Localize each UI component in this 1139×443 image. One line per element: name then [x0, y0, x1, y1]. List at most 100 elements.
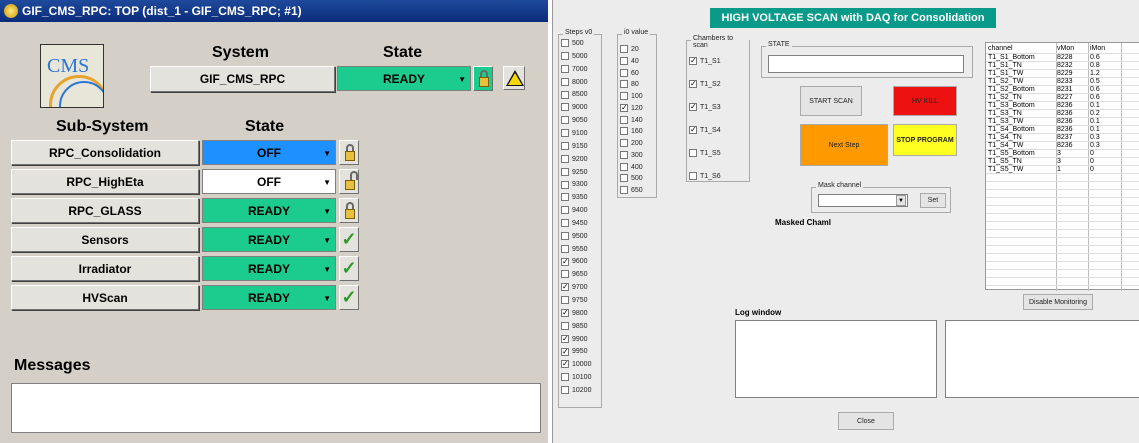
log-window[interactable]	[735, 320, 937, 398]
checkbox[interactable]	[689, 56, 697, 66]
checkbox[interactable]	[620, 127, 628, 136]
checkbox-item[interactable]: 500	[620, 174, 643, 184]
system-state-dropdown[interactable]: READY ▼	[337, 66, 471, 91]
table-row[interactable]: T1_S5_TW 1 0	[986, 166, 1139, 173]
checkbox-item[interactable]: 9550	[561, 244, 588, 255]
checkbox[interactable]	[561, 244, 569, 253]
subsystem-button[interactable]: RPC_Consolidation	[11, 140, 199, 165]
table-row[interactable]: T1_S5_Bottom 3 0	[986, 150, 1139, 157]
stop-program-button[interactable]: STOP PROGRAM	[893, 124, 957, 156]
checkbox[interactable]	[561, 52, 569, 60]
table-row[interactable]: T1_S2_TW 8233 0.5	[986, 78, 1139, 85]
table-row[interactable]: T1_S5_TN 3 0	[986, 158, 1139, 165]
lock-icon[interactable]	[339, 198, 359, 223]
checkbox-item[interactable]: 9800	[561, 308, 588, 319]
checkbox-item[interactable]: 20	[620, 45, 639, 55]
checkbox[interactable]	[620, 80, 628, 89]
checkbox[interactable]	[561, 116, 569, 125]
checkbox-item[interactable]: 9150	[561, 141, 588, 152]
log-window-2[interactable]	[945, 320, 1139, 398]
checkbox-item[interactable]: 9750	[561, 296, 588, 306]
checkbox-item[interactable]: 9350	[561, 193, 588, 203]
table-row[interactable]: T1_S4_TW 8236 0.3	[986, 142, 1139, 149]
checkbox-item[interactable]: 9900	[561, 334, 588, 345]
checkbox-item[interactable]: 650	[620, 186, 643, 196]
checkbox[interactable]	[561, 180, 569, 189]
subsystem-button[interactable]: RPC_GLASS	[11, 198, 199, 223]
hv-kill-button[interactable]: HV KILL	[893, 86, 957, 116]
checkbox-item[interactable]: 10000	[561, 359, 591, 370]
checkbox-item[interactable]: 10200	[561, 386, 591, 396]
checkbox[interactable]	[561, 373, 569, 382]
checkbox[interactable]	[620, 103, 628, 113]
set-button[interactable]: Set	[920, 193, 946, 208]
check-icon[interactable]: ✓	[339, 285, 359, 310]
checkbox-item[interactable]: T1_S6	[689, 172, 721, 182]
table-row[interactable]: T1_S1_TN 8232 0.8	[986, 62, 1139, 69]
checkbox[interactable]	[561, 308, 569, 318]
table-row[interactable]: T1_S3_TW 8236 0.1	[986, 118, 1139, 125]
checkbox-item[interactable]: 120	[620, 103, 643, 114]
system-button[interactable]: GIF_CMS_RPC	[150, 66, 335, 92]
checkbox-item[interactable]: T1_S3	[689, 102, 721, 113]
checkbox-item[interactable]: 9650	[561, 270, 588, 280]
checkbox[interactable]	[689, 149, 697, 158]
checkbox-item[interactable]: 9200	[561, 154, 588, 165]
checkbox-item[interactable]: 9050	[561, 116, 588, 126]
checkbox[interactable]	[561, 257, 569, 267]
subsystem-state-dropdown[interactable]: OFF ▼	[202, 140, 336, 165]
warning-icon[interactable]	[503, 66, 525, 90]
checkbox-item[interactable]: 5000	[561, 52, 588, 62]
table-row[interactable]: T1_S2_TN 8227 0.6	[986, 94, 1139, 101]
checkbox-item[interactable]: 9450	[561, 219, 588, 229]
subsystem-state-dropdown[interactable]: READY ▼	[202, 256, 336, 281]
checkbox[interactable]	[620, 174, 628, 183]
checkbox[interactable]	[561, 206, 569, 215]
subsystem-state-dropdown[interactable]: READY ▼	[202, 227, 336, 252]
checkbox[interactable]	[561, 90, 569, 99]
checkbox-item[interactable]: 8500	[561, 90, 588, 100]
checkbox-item[interactable]: 7000	[561, 64, 588, 75]
checkbox[interactable]	[561, 193, 569, 202]
checkbox[interactable]	[689, 172, 697, 181]
checkbox-item[interactable]: T1_S2	[689, 79, 721, 90]
lock-icon[interactable]	[473, 66, 493, 91]
checkbox-item[interactable]: 9300	[561, 180, 588, 190]
messages-box[interactable]	[11, 383, 541, 433]
checkbox[interactable]	[620, 162, 628, 171]
table-row[interactable]: T1_S3_Bottom 8236 0.1	[986, 102, 1139, 109]
checkbox[interactable]	[561, 103, 569, 112]
disable-monitoring-button[interactable]: Disable Monitoring	[1023, 294, 1093, 310]
checkbox-item[interactable]: 140	[620, 115, 643, 126]
checkbox[interactable]	[561, 282, 569, 292]
table-row[interactable]: T1_S4_TN 8237 0.3	[986, 134, 1139, 141]
checkbox[interactable]	[689, 79, 697, 89]
checkbox-item[interactable]: 100	[620, 92, 643, 102]
checkbox-item[interactable]: 160	[620, 127, 643, 137]
state-field[interactable]	[768, 55, 964, 73]
start-scan-button[interactable]: START SCAN	[800, 86, 862, 116]
subsystem-state-dropdown[interactable]: READY ▼	[202, 198, 336, 223]
checkbox[interactable]	[561, 321, 569, 330]
checkbox-item[interactable]: 9600	[561, 257, 588, 267]
checkbox[interactable]	[561, 141, 569, 150]
checkbox[interactable]	[620, 186, 628, 195]
checkbox[interactable]	[561, 231, 569, 240]
checkbox-item[interactable]: 40	[620, 56, 639, 67]
checkbox-item[interactable]: 200	[620, 139, 643, 149]
checkbox-item[interactable]: 10100	[561, 373, 591, 383]
checkbox[interactable]	[689, 125, 697, 135]
checkbox[interactable]	[561, 167, 569, 176]
checkbox[interactable]	[561, 77, 569, 86]
close-button[interactable]: Close	[838, 412, 894, 430]
unlock-icon[interactable]	[339, 169, 359, 194]
checkbox[interactable]	[561, 270, 569, 279]
checkbox[interactable]	[620, 68, 628, 77]
subsystem-state-dropdown[interactable]: READY ▼	[202, 285, 336, 310]
checkbox[interactable]	[561, 296, 569, 305]
checkbox[interactable]	[561, 219, 569, 228]
lock-icon[interactable]	[339, 140, 359, 165]
checkbox-item[interactable]: 9850	[561, 321, 588, 332]
checkbox-item[interactable]: 300	[620, 150, 643, 161]
checkbox-item[interactable]: 9500	[561, 231, 588, 242]
